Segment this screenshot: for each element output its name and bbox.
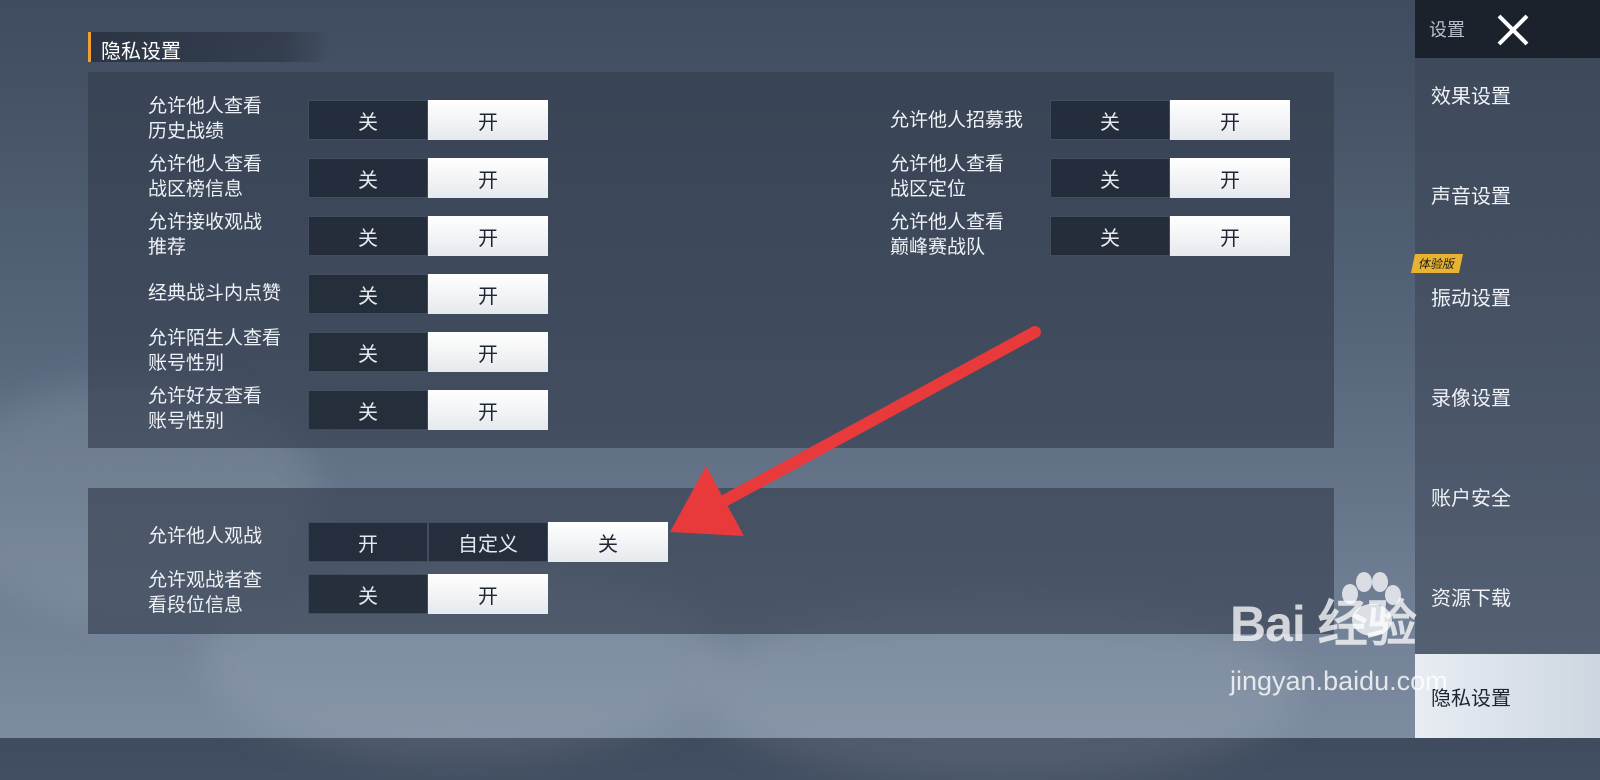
toggle-history-record: 关 开 — [308, 100, 548, 140]
section-title: 隐私设置 — [88, 32, 331, 63]
toggle-option-on[interactable]: 开 — [308, 522, 428, 562]
toggle-option-on[interactable]: 开 — [1170, 158, 1290, 198]
setting-label: 允许他人招募我 — [890, 109, 1024, 131]
toggle-option-off[interactable]: 关 — [308, 574, 428, 614]
beta-badge: 体验版 — [1410, 254, 1464, 273]
setting-label: 允许他人观战 — [148, 525, 263, 547]
toggle-option-off[interactable]: 关 — [308, 390, 428, 430]
setting-label: 允许好友查看 账号性别 — [148, 385, 263, 432]
toggle-option-off[interactable]: 关 — [308, 100, 428, 140]
spectate-panel — [88, 488, 1334, 634]
toggle-option-on[interactable]: 开 — [428, 274, 548, 314]
toggle-option-off[interactable]: 关 — [308, 216, 428, 256]
toggle-option-on[interactable]: 开 — [1170, 216, 1290, 256]
toggle-classic-like: 关 开 — [308, 274, 548, 314]
setting-label: 经典战斗内点赞 — [148, 282, 282, 304]
setting-label: 允许接收观战 推荐 — [148, 211, 263, 258]
toggle-stranger-gender: 关 开 — [308, 332, 548, 372]
toggle-option-custom[interactable]: 自定义 — [428, 522, 548, 562]
sidebar-item-replay[interactable]: 录像设置 — [1415, 346, 1600, 446]
sidebar-item-sound[interactable]: 声音设置 — [1415, 144, 1600, 244]
toggle-option-on[interactable]: 开 — [428, 216, 548, 256]
sidebar-title: 设置 — [1429, 20, 1465, 41]
toggle-peak-team: 关 开 — [1050, 216, 1290, 256]
sidebar-item-account-security[interactable]: 账户安全 — [1415, 446, 1600, 546]
watermark-url: jingyan.baidu.com — [1230, 666, 1448, 696]
toggle-option-off[interactable]: 关 — [308, 158, 428, 198]
toggle-spectate-recommend: 关 开 — [308, 216, 548, 256]
toggle-option-off[interactable]: 关 — [308, 274, 428, 314]
sidebar-item-effects[interactable]: 效果设置 — [1415, 44, 1600, 144]
baidu-watermark: Bai 经验 jingyan.baidu.com — [1230, 570, 1530, 710]
toggle-allow-spectate: 开 自定义 关 — [308, 522, 668, 562]
toggle-option-on[interactable]: 开 — [428, 390, 548, 430]
toggle-zone-location: 关 开 — [1050, 158, 1290, 198]
toggle-option-off[interactable]: 关 — [1050, 100, 1170, 140]
toggle-option-off[interactable]: 关 — [308, 332, 428, 372]
setting-label: 允许他人查看 战区定位 — [890, 153, 1005, 200]
toggle-option-on[interactable]: 开 — [428, 100, 548, 140]
setting-label: 允许他人查看 战区榜信息 — [148, 153, 263, 200]
section-title-text: 隐私设置 — [101, 39, 181, 63]
toggle-option-on[interactable]: 开 — [428, 574, 548, 614]
toggle-option-on[interactable]: 开 — [1170, 100, 1290, 140]
toggle-friend-gender: 关 开 — [308, 390, 548, 430]
toggle-option-off[interactable]: 关 — [548, 522, 668, 562]
setting-label: 允许观战者查 看段位信息 — [148, 569, 263, 616]
toggle-option-on[interactable]: 开 — [428, 158, 548, 198]
watermark-brand: Bai 经验 — [1230, 596, 1417, 652]
setting-label: 允许他人查看 历史战绩 — [148, 95, 263, 142]
toggle-option-off[interactable]: 关 — [1050, 216, 1170, 256]
setting-label: 允许他人查看 巅峰赛战队 — [890, 211, 1005, 258]
toggle-recruit-me: 关 开 — [1050, 100, 1290, 140]
toggle-spectator-rank: 关 开 — [308, 574, 548, 614]
toggle-zone-rank: 关 开 — [308, 158, 548, 198]
setting-label: 允许陌生人查看 账号性别 — [148, 327, 282, 374]
toggle-option-on[interactable]: 开 — [428, 332, 548, 372]
toggle-option-off[interactable]: 关 — [1050, 158, 1170, 198]
